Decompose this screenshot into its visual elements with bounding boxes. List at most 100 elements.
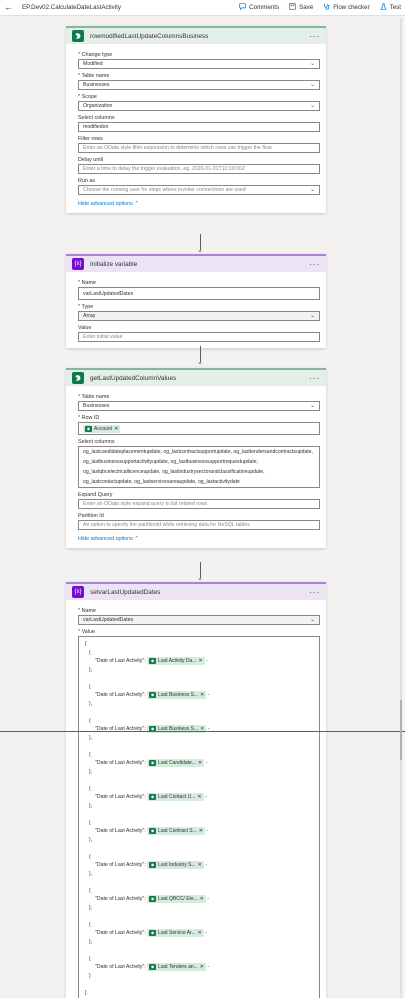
dataverse-icon: ◉ — [149, 828, 157, 835]
partition-id-input[interactable]: An option to specify the partitionId whi… — [78, 520, 320, 530]
scrollbar-track[interactable] — [400, 18, 402, 998]
set-variable-card: {x} setvarLastUpdatedDates ··· * Name va… — [66, 582, 326, 998]
set-variable-body: * Name varLastUpdatedDates ⌄ * Value [ { … — [66, 600, 326, 998]
trigger-card-header[interactable]: rowmodifiedLastUpdateColumnsBusiness ··· — [66, 26, 326, 44]
save-button[interactable]: Save — [289, 3, 313, 12]
remove-token-icon[interactable]: ✕ — [197, 793, 201, 802]
more-options-icon[interactable]: ··· — [309, 374, 320, 383]
json-entry: { "Date of Last Activity": ◉ Last QBCC/ E… — [89, 887, 209, 911]
initial-value-input[interactable]: Enter initial value — [78, 332, 320, 342]
dataverse-icon: ◉ — [149, 896, 157, 903]
dataverse-icon: ◉ — [149, 658, 157, 665]
filter-rows-input[interactable]: Enter an OData style filter expression t… — [78, 143, 320, 153]
remove-token-icon[interactable]: ✕ — [199, 827, 203, 836]
scope-dropdown[interactable]: Organization ⌄ — [78, 101, 320, 111]
select-columns-input[interactable]: og_lastcandidateplacementupdate, og_last… — [78, 446, 320, 488]
scope-label: * Scope — [78, 94, 97, 100]
get-row-card: getLastUpdatedColumnValues ··· * Table n… — [66, 368, 326, 548]
more-options-icon[interactable]: ··· — [309, 260, 320, 269]
dynamic-content-token[interactable]: ◉ Last Service Ar... ✕ — [147, 929, 204, 938]
flow-arrow: ⌄ — [196, 234, 204, 256]
row-id-input[interactable]: ◉ Account ✕ — [78, 422, 320, 435]
top-bar: ← EP.Dev02.CalculateDateLastActivity Com… — [0, 0, 405, 16]
dynamic-content-token[interactable]: ◉ Last Contact U... ✕ — [147, 793, 204, 802]
hide-advanced-options-link[interactable]: Hide advanced options ⌃ — [78, 536, 320, 542]
table-name-dropdown[interactable]: Businesses ⌄ — [78, 80, 320, 90]
remove-token-icon[interactable]: ✕ — [200, 895, 204, 904]
remove-token-icon[interactable]: ✕ — [198, 759, 202, 768]
change-type-dropdown[interactable]: Modified ⌄ — [78, 59, 320, 69]
scrollbar-thumb[interactable] — [400, 700, 402, 760]
remove-token-icon[interactable]: ✕ — [198, 861, 202, 870]
get-row-card-header[interactable]: getLastUpdatedColumnValues ··· — [66, 368, 326, 386]
back-arrow-icon[interactable]: ← — [4, 3, 14, 12]
dataverse-icon: ◉ — [149, 862, 157, 869]
chevron-down-icon: ⌄ — [309, 61, 315, 67]
value-editor[interactable]: [ { "Date of Last Activity": ◉ Last Activ… — [78, 636, 320, 998]
remove-token-icon[interactable]: ✕ — [200, 963, 204, 972]
chevron-down-icon: ⌄ — [309, 403, 315, 409]
initialize-variable-title: Initialize variable — [90, 260, 138, 268]
dataverse-icon — [72, 30, 84, 42]
get-row-card-body: * Table name Businesses ⌄ * Row ID ◉ Acco… — [66, 386, 326, 548]
chevron-down-icon: ⌄ — [309, 187, 315, 193]
change-type-label: * Change type — [78, 52, 113, 58]
dynamic-content-token[interactable]: ◉ Last Business S... ✕ — [147, 725, 207, 734]
json-entry: { "Date of Last Activity": ◉ Last Contrac… — [89, 819, 209, 843]
select-columns-label: Select columns — [78, 115, 115, 121]
chevron-down-icon: ⌄ — [309, 617, 315, 623]
initialize-variable-card: {x} Initialize variable ··· * Name varLa… — [66, 254, 326, 348]
test-button[interactable]: Test — [380, 3, 401, 12]
set-variable-header[interactable]: {x} setvarLastUpdatedDates ··· — [66, 582, 326, 600]
type-label: * Type — [78, 304, 94, 310]
dynamic-content-token[interactable]: ◉ Last Contract S... ✕ — [147, 827, 205, 836]
remove-token-icon[interactable]: ✕ — [114, 426, 118, 432]
set-variable-title: setvarLastUpdatedDates — [90, 588, 161, 596]
remove-token-icon[interactable]: ✕ — [200, 725, 204, 734]
dataverse-icon: ◉ — [149, 760, 157, 767]
filter-rows-label: Filter rows — [78, 136, 103, 142]
remove-token-icon[interactable]: ✕ — [200, 691, 204, 700]
remove-token-icon[interactable]: ✕ — [199, 657, 203, 666]
test-label: Test — [389, 4, 401, 11]
flask-icon — [380, 3, 387, 12]
type-dropdown[interactable]: Array ⌄ — [78, 311, 320, 321]
comment-icon — [239, 3, 246, 12]
dataverse-icon: ◉ — [149, 794, 157, 801]
delay-until-label: Delay until — [78, 157, 104, 163]
toolbar-actions: Comments Save Flow checker Test — [239, 3, 401, 12]
run-as-dropdown[interactable]: Choose the running user for steps where … — [78, 185, 320, 195]
dynamic-content-token[interactable]: ◉ Last Candidate... ✕ — [147, 759, 205, 768]
comments-button[interactable]: Comments — [239, 3, 279, 12]
variable-name-input[interactable]: varLastUpdatedDates — [78, 287, 320, 300]
expand-query-input[interactable]: Enter an OData style expand query to lis… — [78, 499, 320, 509]
remove-token-icon[interactable]: ✕ — [198, 929, 202, 938]
dynamic-content-token[interactable]: ◉ Last Activity Da... ✕ — [147, 657, 205, 666]
save-icon — [289, 3, 296, 12]
value-label: Value — [78, 325, 92, 331]
dynamic-content-token[interactable]: ◉ Last QBCC/ Ele... ✕ — [147, 895, 206, 904]
dataverse-icon: ◉ — [149, 964, 157, 971]
hide-advanced-options-link[interactable]: Hide advanced options ⌃ — [78, 201, 320, 207]
dynamic-content-token[interactable]: ◉ Last Industry S... ✕ — [147, 861, 204, 870]
select-columns-input[interactable]: modifiedon — [78, 122, 320, 132]
flow-checker-button[interactable]: Flow checker — [323, 3, 370, 12]
select-columns-label: Select columns — [78, 439, 115, 445]
json-entry: { "Date of Last Activity": ◉ Last Industr… — [89, 853, 208, 877]
value-label: * Value — [78, 629, 95, 635]
chevron-down-icon: ⌄ — [309, 82, 315, 88]
json-entry: { "Date of Last Activity": ◉ Last Activit… — [89, 649, 208, 673]
dynamic-content-token[interactable]: ◉ Last Business S... ✕ — [147, 691, 207, 700]
flow-arrow: ⌄ — [196, 346, 204, 368]
delay-until-input[interactable]: Enter a time to delay the trigger evalua… — [78, 164, 320, 174]
dynamic-content-token[interactable]: ◉ Last Tenders an... ✕ — [147, 963, 206, 972]
more-options-icon[interactable]: ··· — [309, 32, 320, 41]
json-entry: { "Date of Last Activity": ◉ Last Tenders… — [89, 955, 210, 979]
more-options-icon[interactable]: ··· — [309, 588, 320, 597]
variable-name-dropdown[interactable]: varLastUpdatedDates ⌄ — [78, 615, 320, 625]
initialize-variable-header[interactable]: {x} Initialize variable ··· — [66, 254, 326, 272]
table-name-dropdown[interactable]: Businesses ⌄ — [78, 401, 320, 411]
json-entry: { "Date of Last Activity": ◉ Last Busines… — [89, 683, 210, 707]
dynamic-content-token[interactable]: ◉ Account ✕ — [83, 424, 121, 433]
trigger-card-body: * Change type Modified ⌄ * Table name Bus… — [66, 44, 326, 213]
